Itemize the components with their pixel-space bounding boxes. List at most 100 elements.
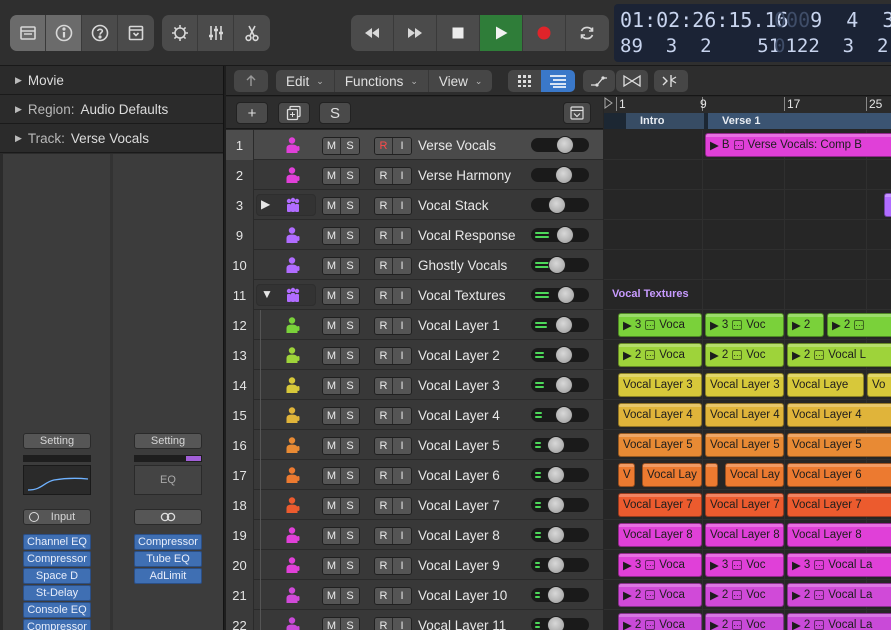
track-row[interactable]: 13 MS RI Vocal Layer 2	[226, 340, 603, 370]
fader-knob[interactable]	[556, 136, 574, 154]
timeline[interactable]: ▶ B ⋯ Verse Vocals: Comp B Vocal Textures ▶ 3 ⋯…	[604, 130, 891, 630]
record-enable-button[interactable]: R	[375, 288, 393, 304]
fader-knob[interactable]	[557, 286, 575, 304]
track-name[interactable]: Vocal Layer 7	[418, 490, 500, 520]
record-enable-button[interactable]: R	[375, 378, 393, 394]
volume-fader[interactable]	[531, 346, 589, 364]
fader-knob[interactable]	[547, 466, 565, 484]
fader-knob[interactable]	[555, 406, 573, 424]
edit-menu[interactable]: Edit ⌄	[276, 70, 335, 92]
track-lane[interactable]	[604, 190, 891, 220]
volume-fader[interactable]	[531, 556, 589, 574]
automation-icon[interactable]	[583, 70, 615, 92]
solo-button[interactable]: S	[341, 138, 359, 154]
track-row[interactable]: 9 MS RI Vocal Response	[226, 220, 603, 250]
track-lane[interactable]: ▶ B ⋯ Verse Vocals: Comp B	[604, 130, 891, 160]
functions-menu[interactable]: Functions ⌄	[335, 70, 429, 92]
track-name[interactable]: Vocal Layer 6	[418, 460, 500, 490]
volume-fader[interactable]	[531, 286, 589, 304]
audio-region[interactable]: Vocal Layer 8	[705, 523, 784, 547]
audio-region[interactable]: ▶ 2 ⋯	[827, 313, 891, 337]
record-enable-button[interactable]: R	[375, 528, 393, 544]
volume-fader[interactable]	[531, 436, 589, 454]
track-lane[interactable]	[604, 250, 891, 280]
solo-button[interactable]: S	[341, 378, 359, 394]
track-name[interactable]: Vocal Textures	[418, 280, 506, 310]
track-lane[interactable]: Vocal Layer 8 Vocal Layer 8 Vocal Layer 8	[604, 520, 891, 550]
solo-button[interactable]: S	[341, 528, 359, 544]
input-monitor-button[interactable]: I	[393, 168, 411, 184]
solo-button[interactable]: S	[341, 258, 359, 274]
record-enable-button[interactable]: R	[375, 408, 393, 424]
track-row[interactable]: 2 MS RI Verse Harmony	[226, 160, 603, 190]
audio-region[interactable]: ▶ 2 ⋯ Voc	[705, 583, 784, 607]
track-row[interactable]: 15 MS RI Vocal Layer 4	[226, 400, 603, 430]
global-solo-button[interactable]: S	[319, 102, 351, 124]
audio-region[interactable]: Vocal Laye	[787, 373, 864, 397]
playhead-marker-icon[interactable]	[604, 97, 614, 113]
plugin-slot[interactable]: Console EQ	[23, 602, 91, 618]
fader-knob[interactable]	[547, 496, 565, 514]
audio-region[interactable]	[884, 193, 891, 217]
plugin-slot[interactable]: St-Delay	[23, 585, 91, 601]
volume-fader[interactable]	[531, 136, 589, 154]
toolbar-icon[interactable]	[118, 15, 154, 51]
track-name[interactable]: Vocal Layer 4	[418, 400, 500, 430]
forward-icon[interactable]	[394, 15, 437, 51]
inspector-track-row[interactable]: ▶ Track: Verse Vocals	[0, 124, 223, 153]
plugin-slot[interactable]: Compressor	[23, 619, 91, 630]
input-monitor-button[interactable]: I	[393, 198, 411, 214]
volume-fader[interactable]	[531, 166, 589, 184]
mute-button[interactable]: M	[323, 318, 341, 334]
inspector-region-row[interactable]: ▶ Region: Audio Defaults	[0, 95, 223, 124]
record-enable-button[interactable]: R	[375, 318, 393, 334]
audio-region[interactable]: Vocal Layer 5	[618, 433, 702, 457]
audio-region[interactable]: ▶ 3 ⋯ Voc	[705, 553, 784, 577]
volume-fader[interactable]	[531, 316, 589, 334]
duplicate-track-icon[interactable]	[278, 102, 310, 124]
track-row[interactable]: 19 MS RI Vocal Layer 8	[226, 520, 603, 550]
audio-region[interactable]: Vocal Layer 4	[705, 403, 784, 427]
audio-region[interactable]	[705, 463, 718, 487]
track-lane[interactable]: Vocal Textures	[604, 280, 891, 310]
audio-region[interactable]: Vocal Layer 6	[787, 463, 891, 487]
fader-knob[interactable]	[548, 256, 566, 274]
track-lane[interactable]: V Vocal Lay Vocal Lay Vocal Layer 6	[604, 460, 891, 490]
mute-button[interactable]: M	[323, 168, 341, 184]
track-row[interactable]: 16 MS RI Vocal Layer 5	[226, 430, 603, 460]
arrangement-marker-intro[interactable]: Intro	[626, 113, 704, 129]
audio-region[interactable]: Vocal Layer 8	[787, 523, 891, 547]
audio-region[interactable]: V	[618, 463, 635, 487]
track-row[interactable]: 20 MS RI Vocal Layer 9	[226, 550, 603, 580]
record-enable-button[interactable]: R	[375, 168, 393, 184]
record-enable-button[interactable]: R	[375, 498, 393, 514]
audio-region[interactable]: ▶ 3 ⋯ Voca	[618, 553, 702, 577]
input-monitor-button[interactable]: I	[393, 528, 411, 544]
track-row[interactable]: 1 MS RI Verse Vocals	[226, 130, 603, 160]
mute-button[interactable]: M	[323, 438, 341, 454]
track-lane[interactable]: ▶ 2 ⋯ Voca ▶ 2 ⋯ Voc ▶ 2 ⋯ Vocal La	[604, 610, 891, 630]
record-enable-button[interactable]: R	[375, 348, 393, 364]
track-row[interactable]: 21 MS RI Vocal Layer 10	[226, 580, 603, 610]
mute-button[interactable]: M	[323, 408, 341, 424]
volume-fader[interactable]	[531, 256, 589, 274]
mute-button[interactable]: M	[323, 588, 341, 604]
plugin-slot[interactable]: AdLimit	[134, 568, 202, 584]
disclosure-expanded-icon[interactable]: ▼	[261, 287, 273, 301]
track-lane[interactable]: Vocal Layer 5 Vocal Layer 5 Vocal Layer 5	[604, 430, 891, 460]
fader-knob[interactable]	[555, 376, 573, 394]
audio-region[interactable]: Vocal Lay	[725, 463, 784, 487]
inspector-icon[interactable]	[46, 15, 82, 51]
audio-region[interactable]: ▶ 2 ⋯ Voca	[618, 583, 702, 607]
fader-knob[interactable]	[547, 436, 565, 454]
list-view-icon[interactable]	[541, 70, 575, 92]
track-name[interactable]: Verse Harmony	[418, 160, 511, 190]
solo-button[interactable]: S	[341, 468, 359, 484]
input-monitor-button[interactable]: I	[393, 438, 411, 454]
record-enable-button[interactable]: R	[375, 558, 393, 574]
track-row[interactable]: 18 MS RI Vocal Layer 7	[226, 490, 603, 520]
mute-button[interactable]: M	[323, 348, 341, 364]
audio-region[interactable]: Vocal Layer 5	[787, 433, 891, 457]
input-monitor-button[interactable]: I	[393, 408, 411, 424]
link-button[interactable]	[134, 509, 202, 525]
